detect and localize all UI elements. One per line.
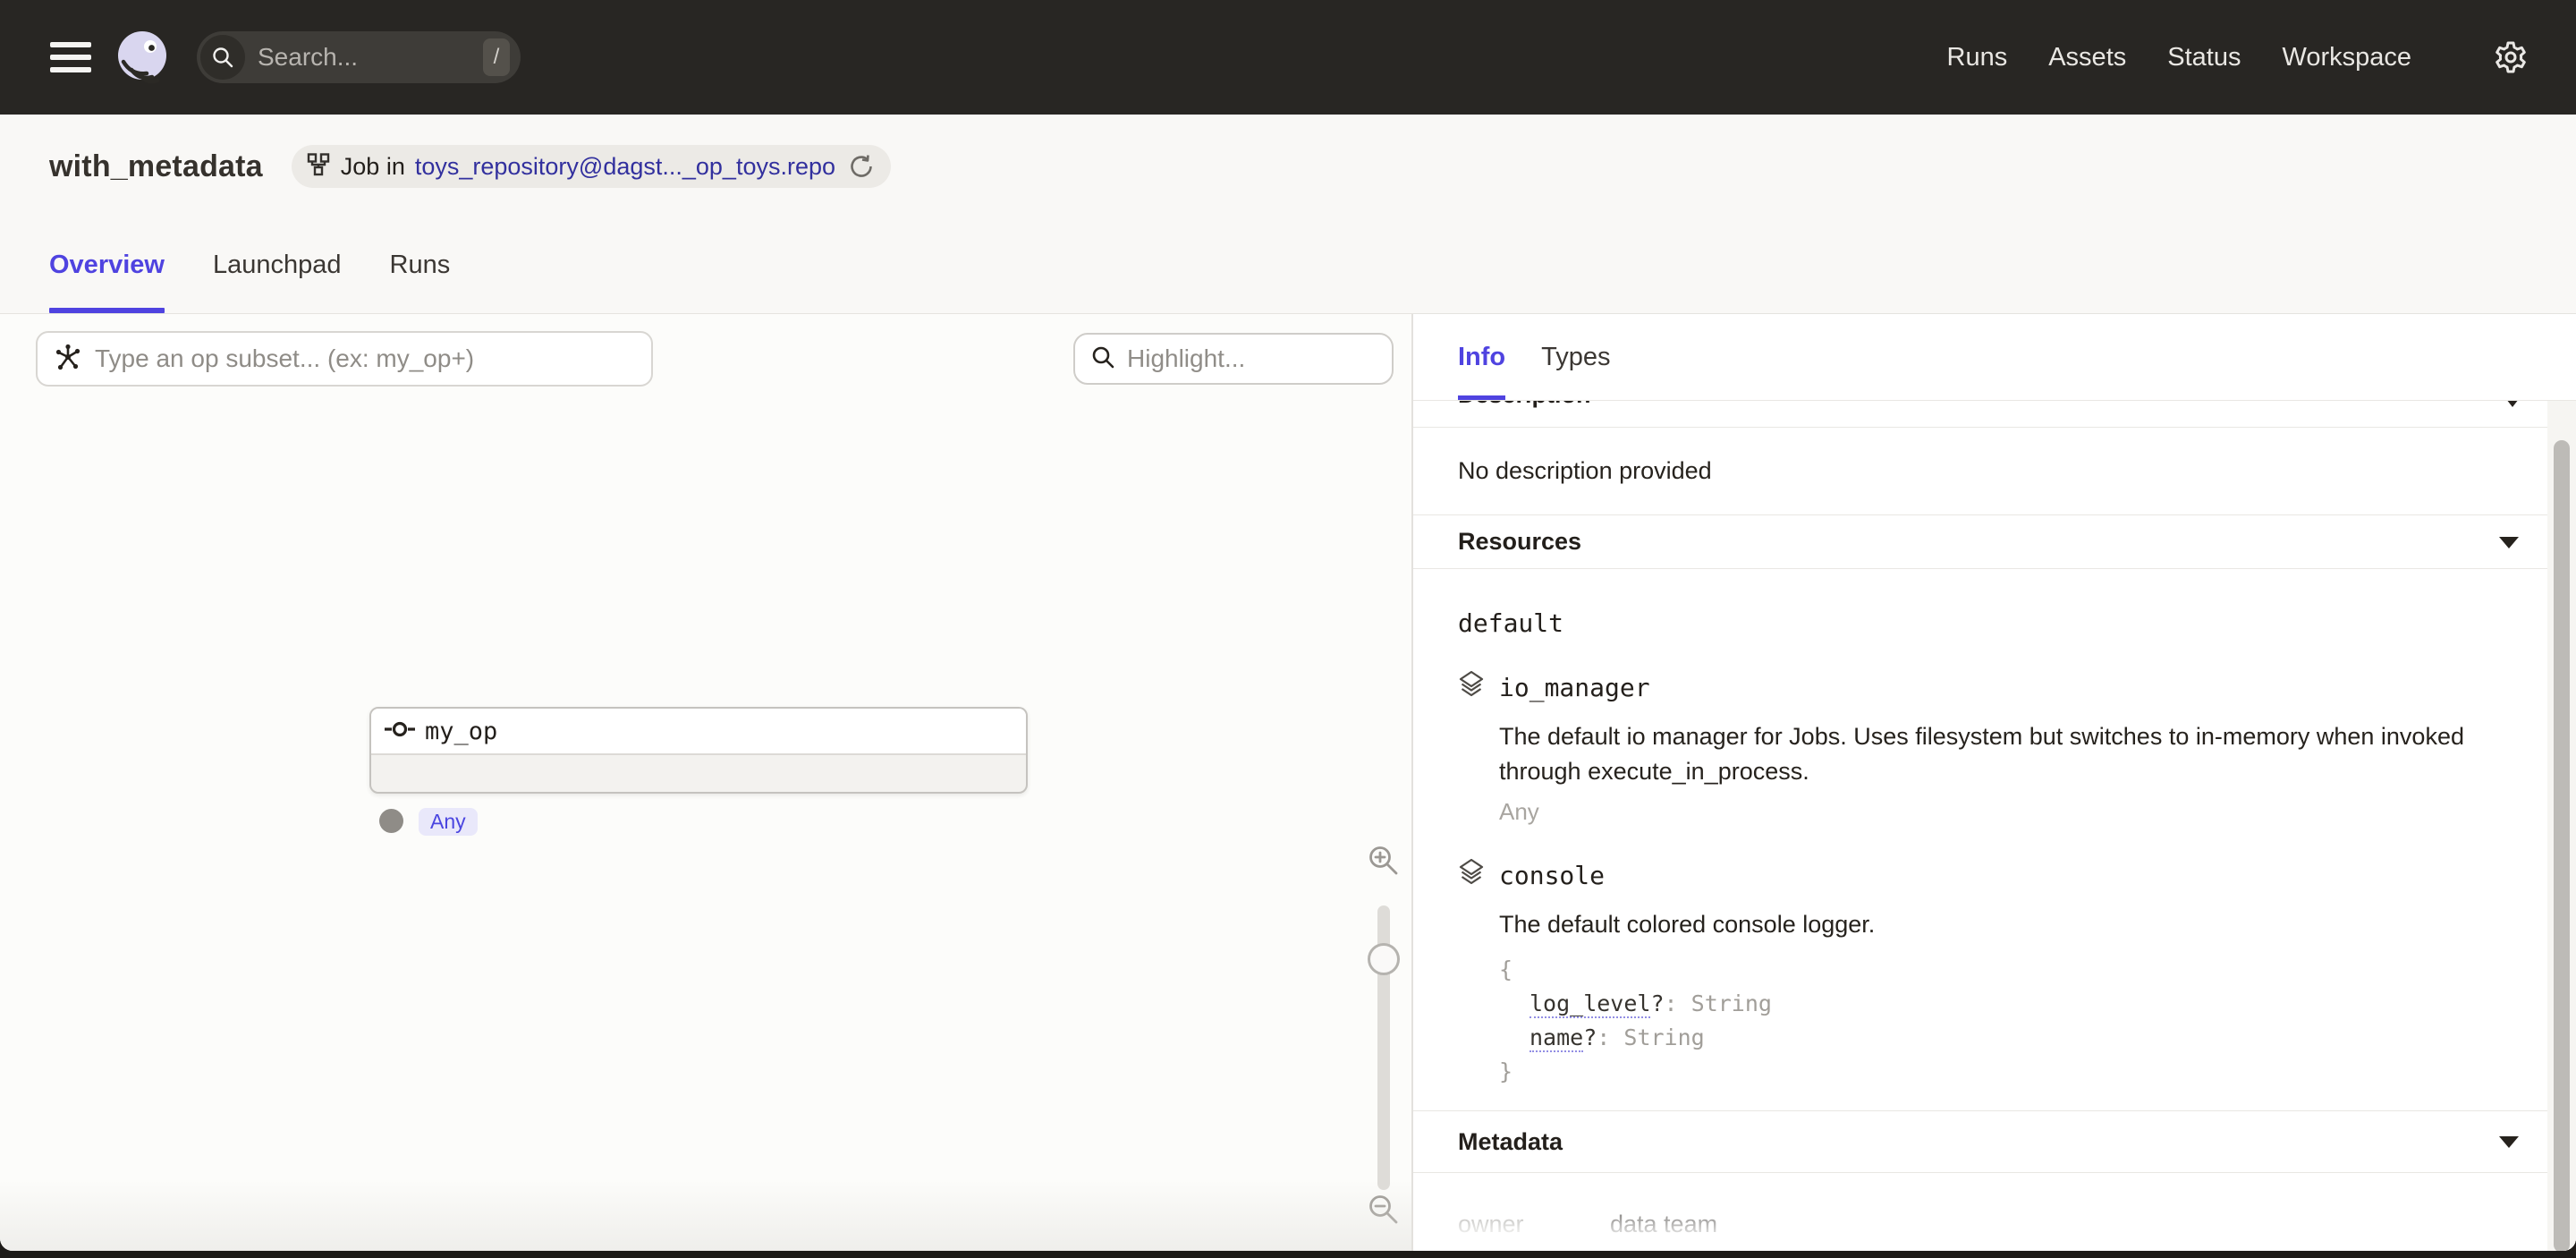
metadata-row: owner data team [1458, 1211, 2547, 1238]
resource-name: console [1499, 861, 1605, 890]
panel-tabs: Info Types [1413, 314, 2576, 401]
nav-assets[interactable]: Assets [2048, 43, 2126, 72]
op-icon [384, 718, 416, 745]
resource-layers-icon [1458, 858, 1485, 893]
settings-gear-icon[interactable] [2492, 38, 2529, 76]
op-node-name: my_op [425, 718, 497, 745]
config-close-brace: } [1499, 1055, 2547, 1089]
search-shortcut-key: / [483, 38, 510, 76]
op-node-my-op[interactable]: my_op [369, 707, 1028, 794]
metadata-table: owner data team link https://dagster.io [1413, 1173, 2547, 1251]
resource-layers-icon [1458, 670, 1485, 705]
op-subset-input[interactable] [95, 344, 635, 373]
resource-name: io_manager [1499, 673, 1650, 702]
menu-icon[interactable] [50, 42, 91, 72]
caret-down-icon [2499, 537, 2519, 548]
global-search[interactable]: / [197, 31, 521, 83]
global-search-input[interactable] [258, 43, 483, 72]
op-subset-filter [36, 331, 653, 387]
resource-description: The default colored console logger. [1499, 907, 2547, 942]
caret-down-icon [2506, 401, 2519, 407]
panel-scrollbar [2547, 401, 2576, 1251]
op-selector-icon [54, 343, 82, 376]
resource-group-name: default [1458, 608, 2547, 638]
page-header: with_metadata Job in toys_repository@dag… [0, 115, 2576, 314]
zoom-in-icon[interactable] [1367, 844, 1401, 878]
config-open-brace: { [1499, 953, 2547, 987]
main-content: my_op Any [0, 314, 2576, 1251]
resource-item-io-manager: io_manager The default io manager for Jo… [1458, 670, 2547, 826]
section-header-resources[interactable]: Resources [1413, 515, 2547, 569]
resource-type: Any [1499, 798, 2547, 826]
zoom-slider-knob[interactable] [1368, 943, 1400, 975]
repo-link[interactable]: toys_repository@dagst..._op_toys.repo [415, 153, 835, 181]
resources-content: default io_manager [1413, 569, 2547, 1089]
resource-config-schema: { log_level?: String name?: String } [1499, 953, 2547, 1089]
nav-workspace[interactable]: Workspace [2282, 43, 2411, 72]
panel-scrollbar-thumb[interactable] [2554, 440, 2570, 1251]
zoom-out-icon[interactable] [1367, 1193, 1401, 1227]
nav-runs[interactable]: Runs [1947, 43, 2008, 72]
content-sheet: with_metadata Job in toys_repository@dag… [0, 115, 2576, 1251]
metadata-heading: Metadata [1458, 1128, 1563, 1156]
section-header-description[interactable]: Description [1413, 401, 2547, 428]
dagster-logo[interactable] [113, 28, 172, 87]
job-graph-icon [306, 152, 331, 182]
top-nav-bar: / Runs Assets Status Workspace [0, 0, 2576, 115]
op-graph-canvas[interactable]: my_op Any [0, 314, 1413, 1251]
highlight-filter [1073, 333, 1394, 385]
job-badge-prefix: Job in [341, 153, 405, 181]
description-body: No description provided [1413, 428, 2547, 515]
dagster-app: / Runs Assets Status Workspace with_meta… [0, 0, 2576, 1258]
page-tabs: Overview Launchpad Runs [49, 251, 450, 313]
reload-repo-icon[interactable] [848, 153, 875, 180]
panel-tab-info[interactable]: Info [1458, 314, 1505, 400]
config-field: log_level?: String [1499, 987, 2547, 1021]
page-title: with_metadata [49, 149, 263, 184]
no-description-text: No description provided [1458, 457, 1712, 485]
resource-item-console: console The default colored console logg… [1458, 858, 2547, 1089]
highlight-input[interactable] [1127, 344, 1377, 373]
tab-runs[interactable]: Runs [390, 251, 451, 313]
job-location-badge: Job in toys_repository@dagst..._op_toys.… [292, 145, 891, 188]
search-icon [200, 35, 245, 80]
nav-status[interactable]: Status [2167, 43, 2241, 72]
description-heading: Description [1458, 401, 1591, 409]
title-row: with_metadata Job in toys_repository@dag… [49, 145, 891, 188]
metadata-value: data team [1610, 1211, 1717, 1238]
tab-launchpad[interactable]: Launchpad [213, 251, 342, 313]
panel-scroll-area: Description No description provided Reso… [1413, 401, 2547, 1251]
highlight-search-icon [1089, 344, 1116, 375]
caret-down-icon [2499, 1136, 2519, 1148]
tab-overview[interactable]: Overview [49, 251, 165, 313]
resource-description: The default io manager for Jobs. Uses fi… [1499, 719, 2547, 789]
top-nav-links: Runs Assets Status Workspace [1947, 38, 2529, 76]
details-panel: Info Types Description No description pr… [1413, 314, 2576, 1251]
op-output-handle[interactable] [379, 809, 403, 833]
config-field: name?: String [1499, 1021, 2547, 1055]
metadata-key: owner [1458, 1211, 1610, 1238]
section-header-metadata[interactable]: Metadata [1413, 1110, 2547, 1173]
op-output-type-tag[interactable]: Any [419, 808, 478, 836]
resources-heading: Resources [1458, 528, 1581, 556]
panel-tab-types[interactable]: Types [1541, 314, 1610, 400]
